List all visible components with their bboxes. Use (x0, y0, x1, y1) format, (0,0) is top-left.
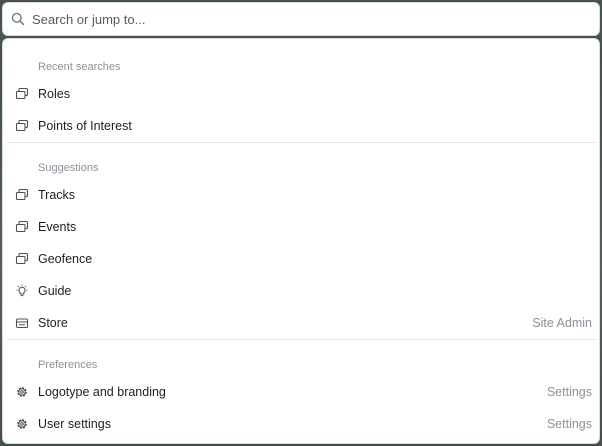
gear-icon (15, 385, 29, 399)
item-label: Tracks (38, 188, 76, 202)
item-label: Roles (38, 87, 70, 101)
item-hint: Site Admin (532, 316, 592, 330)
suggestion-item-guide[interactable]: Guide (7, 277, 597, 305)
window-stack-icon (15, 119, 29, 133)
preference-item-user-settings[interactable]: User settings Settings (7, 410, 597, 438)
item-label: Guide (38, 284, 72, 298)
window-stack-icon (15, 220, 29, 234)
item-label: Events (38, 220, 77, 234)
suggestion-item-tracks[interactable]: Tracks (7, 181, 597, 209)
window-stack-icon (15, 87, 29, 101)
item-label: User settings (38, 417, 111, 431)
item-hint: Settings (546, 385, 592, 399)
section-title-preferences: Preferences (38, 359, 98, 371)
suggestion-item-events[interactable]: Events (7, 213, 597, 241)
window-stack-icon (15, 188, 29, 202)
recent-item-points-of-interest[interactable]: Points of Interest (7, 112, 597, 140)
store-icon (15, 316, 29, 330)
item-label: Geofence (38, 252, 93, 266)
item-label: Logotype and branding (38, 385, 166, 399)
search-dropdown-panel: Recent searches Roles Points of Interest… (2, 38, 600, 444)
gear-icon (15, 417, 29, 431)
suggestion-item-store[interactable]: Store Site Admin (7, 309, 597, 337)
search-bar[interactable] (2, 2, 600, 36)
item-hint: Settings (546, 417, 592, 431)
divider (7, 339, 597, 340)
section-title-suggestions: Suggestions (38, 162, 99, 174)
divider (7, 142, 597, 143)
search-input[interactable] (32, 9, 572, 29)
search-icon (11, 12, 25, 26)
item-label: Points of Interest (38, 119, 132, 133)
lightbulb-icon (15, 284, 29, 298)
item-label: Store (38, 316, 68, 330)
preference-item-logotype-branding[interactable]: Logotype and branding Settings (7, 378, 597, 406)
section-title-recent: Recent searches (38, 61, 121, 73)
suggestion-item-geofence[interactable]: Geofence (7, 245, 597, 273)
window-stack-icon (15, 252, 29, 266)
recent-item-roles[interactable]: Roles (7, 80, 597, 108)
